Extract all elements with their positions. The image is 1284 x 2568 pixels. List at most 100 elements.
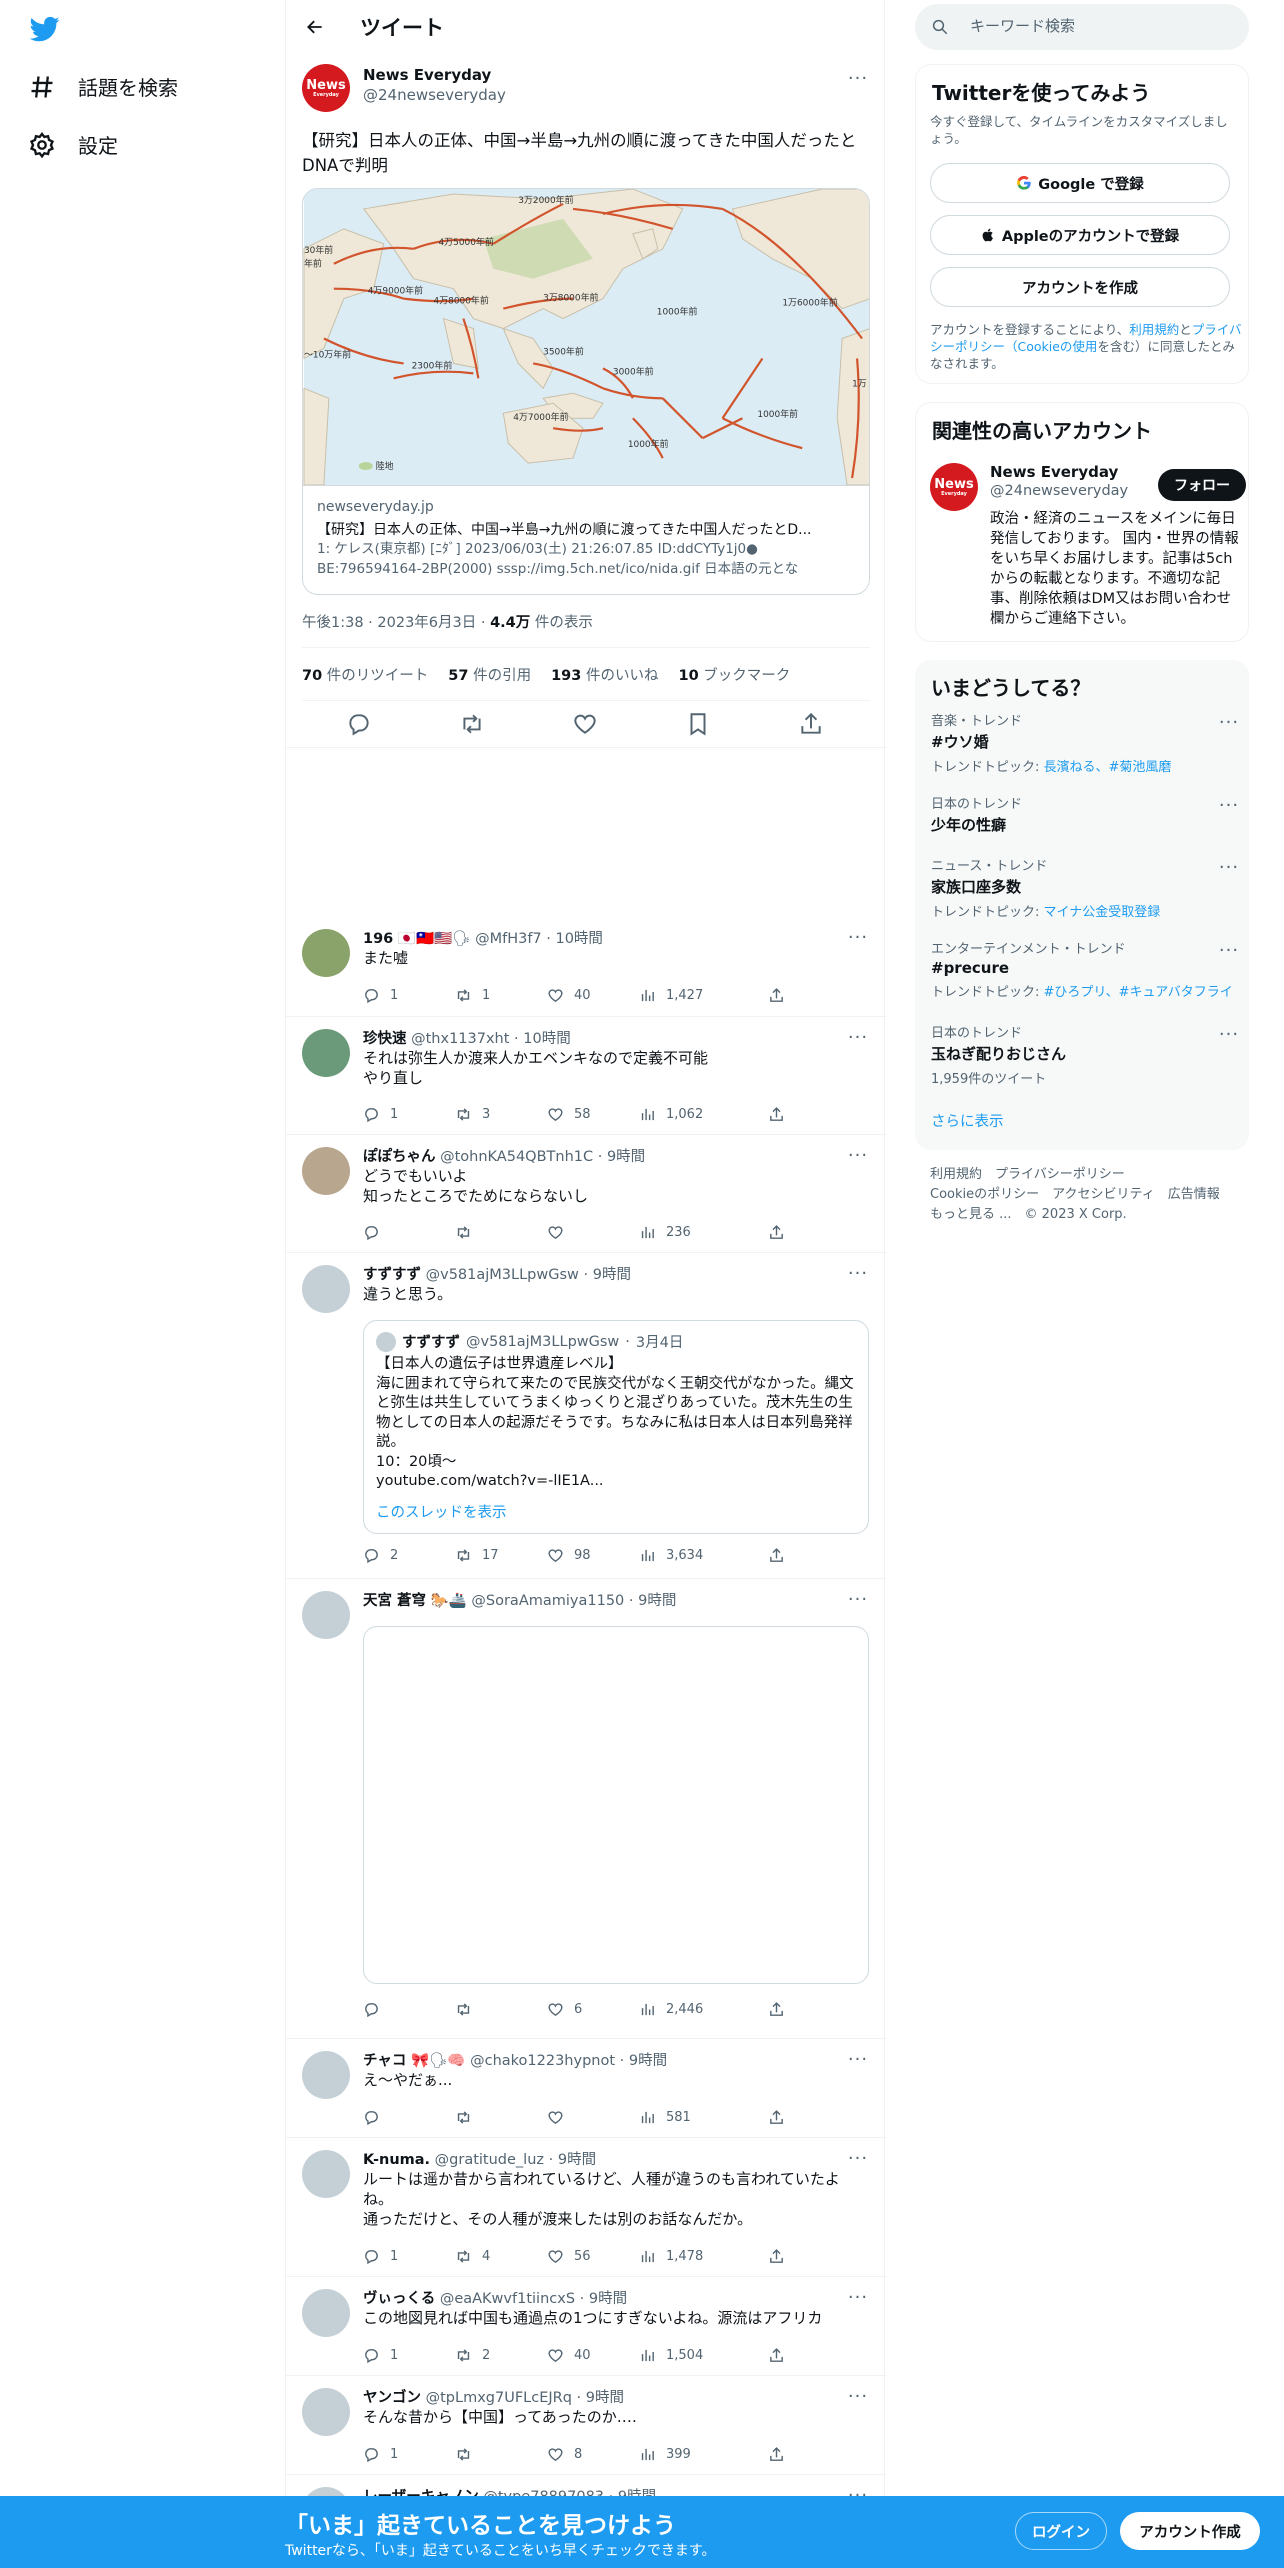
reply-icon[interactable] [346,711,372,737]
reply-time[interactable]: 9時間 [593,1267,631,1283]
reply-action[interactable] [363,2001,390,2018]
nav-settings[interactable]: 設定 [28,130,118,159]
more-icon[interactable]: ··· [846,1261,870,1285]
views-action[interactable]: 2,446 [639,2001,703,2018]
heart-action[interactable]: 58 [547,1106,591,1123]
views-action[interactable]: 1,504 [639,2347,703,2364]
reply-tweet[interactable]: K-numa. @gratitude_luz · 9時間 ··· ルートは遥か昔から… [286,2138,886,2277]
reply-handle[interactable]: @eaAKwvf1tiincxS [440,2291,575,2307]
views-action[interactable]: 3,634 [639,1547,703,1564]
related-handle[interactable]: @24newseveryday [990,483,1128,499]
retweet-action[interactable]: 17 [455,1547,499,1564]
views-action[interactable]: 1,427 [639,987,703,1004]
trend-related-link[interactable]: マイナ公金受取登録 [1044,905,1161,920]
related-avatar[interactable]: News Everyday [930,463,978,511]
author-avatar[interactable]: News Everyday [302,64,350,112]
reply-author-name[interactable]: すずすず [363,1267,421,1283]
more-icon[interactable]: ··· [846,2384,870,2408]
reply-author-name[interactable]: チャコ [363,2053,406,2069]
back-button[interactable] [300,12,330,42]
reply-time[interactable]: 9時間 [607,1149,645,1165]
create-account-button[interactable]: アカウントを作成 [930,267,1230,307]
reply-handle[interactable]: @tpLmxg7UFLcEJRq [426,2390,572,2406]
signup-button[interactable]: アカウント作成 [1120,2512,1260,2550]
reply-action[interactable]: 1 [363,2248,398,2265]
terms-link[interactable]: 利用規約 [1129,322,1179,337]
more-icon[interactable]: ··· [846,1143,870,1167]
heart-action[interactable] [547,2109,574,2126]
retweet-action[interactable]: 3 [455,1106,490,1123]
quotes-stat[interactable]: 57 件の引用 [448,664,531,685]
show-more-link[interactable]: さらに表示 [931,1110,1004,1131]
twitter-logo-icon[interactable] [28,14,62,44]
share-action[interactable] [768,2347,785,2364]
retweet-action[interactable] [455,2446,482,2463]
reply-tweet[interactable]: ヤンゴン @tpLmxg7UFLcEJRq · 9時間 ··· そんな昔から【中国】… [286,2376,886,2475]
reply-author-name[interactable]: ヴぃっくる [363,2291,435,2307]
heart-action[interactable]: 6 [547,2001,582,2018]
reply-tweet[interactable]: 天宮 蒼穹 🐎🚢 @SoraAmamiya1150 · 9時間 ··· 6 2,446 [286,1579,886,2039]
views-action[interactable]: 236 [639,1224,691,1241]
reply-avatar[interactable] [302,929,350,977]
retweet-action[interactable] [455,1224,482,1241]
login-button[interactable]: ログイン [1015,2512,1107,2550]
likes-stat[interactable]: 193 件のいいね [551,664,658,685]
reply-avatar[interactable] [302,2289,350,2337]
reply-time[interactable]: 9時間 [558,2152,596,2168]
reply-action[interactable]: 2 [363,1547,398,1564]
trend-item[interactable]: 日本のトレンド 少年の性癖 ··· [931,793,1241,839]
show-thread-link[interactable]: このスレッドを表示 [376,1501,507,1522]
reply-time[interactable]: 9時間 [638,1593,676,1609]
bookmarks-stat[interactable]: 10 ブックマーク [678,664,790,685]
reply-action[interactable]: 1 [363,1106,398,1123]
reply-handle[interactable]: @v581ajM3LLpwGsw [426,1267,579,1283]
views-action[interactable]: 1,478 [639,2248,703,2265]
reply-handle[interactable]: @SoraAmamiya1150 [471,1593,624,1609]
link-card[interactable]: 3万2000年前 4万5000年前 4万8000年前 4万9000年前 3万80… [302,188,870,595]
trend-item[interactable]: 日本のトレンド 玉ねぎ配りおじさん 1,959件のツイート ··· [931,1022,1241,1088]
retweet-action[interactable]: 1 [455,987,490,1004]
reply-time[interactable]: 9時間 [629,2053,667,2069]
nav-explore[interactable]: 話題を検索 [28,72,178,101]
search-box[interactable] [915,4,1249,50]
reply-author-name[interactable]: 天宮 蒼穹 [363,1593,426,1609]
heart-action[interactable]: 8 [547,2446,582,2463]
reply-avatar[interactable] [302,1591,350,1639]
reply-handle[interactable]: @chako1223hypnot [470,2053,615,2069]
share-action[interactable] [768,2248,785,2265]
share-action[interactable] [768,2001,785,2018]
reply-tweet[interactable]: ぽぽちゃん @tohnKA54QBTnh1C · 9時間 ··· どうでもいいよ 知… [286,1135,886,1253]
trend-related-link[interactable]: 長濱ねる、#菊池風磨 [1044,760,1172,775]
heart-action[interactable]: 40 [547,987,591,1004]
footer-line[interactable]: 利用規約 プライバシーポリシー [930,1165,1240,1185]
share-action[interactable] [768,1106,785,1123]
views-action[interactable]: 581 [639,2109,691,2126]
more-icon[interactable]: ··· [846,1025,870,1049]
share-action[interactable] [768,1224,785,1241]
reply-author-name[interactable]: K-numa. [363,2152,430,2168]
apple-signup-button[interactable]: Appleのアカウントで登録 [930,215,1230,255]
author-handle[interactable]: @24newseveryday [363,86,506,104]
more-icon[interactable]: ··· [846,66,870,90]
tweet-time[interactable]: 午後1:38 [302,615,364,631]
reply-tweet[interactable]: 196 🇯🇵🇹🇼🇺🇸🗣 @MfH3f7 · 10時間 ··· また嘘 1 1 40 1,42… [286,917,886,1017]
more-icon[interactable]: ··· [846,1587,870,1611]
trend-item[interactable]: エンターテインメント・トレンド #precure トレンドトピック: #ひろプリ、#… [931,938,1241,1001]
retweet-action[interactable]: 2 [455,2347,490,2364]
more-icon[interactable]: ··· [846,2047,870,2071]
more-icon[interactable]: ··· [1217,1022,1241,1046]
more-icon[interactable]: ··· [846,925,870,949]
reply-tweet[interactable]: ヴぃっくる @eaAKwvf1tiincxS · 9時間 ··· この地図見れば中国… [286,2277,886,2376]
google-signup-button[interactable]: Google で登録 [930,163,1230,203]
views-action[interactable]: 1,062 [639,1106,703,1123]
search-input[interactable] [970,17,1230,35]
more-icon[interactable]: ··· [1217,855,1241,879]
heart-action[interactable] [547,1224,574,1241]
reply-time[interactable]: 10時間 [555,931,602,947]
reply-author-name[interactable]: 珍快速 [363,1031,407,1047]
retweets-stat[interactable]: 70 件のリツイート [302,664,428,685]
heart-action[interactable]: 56 [547,2248,591,2265]
heart-icon[interactable] [572,711,598,737]
trend-item[interactable]: ニュース・トレンド 家族口座多数 トレンドトピック: マイナ公金受取登録 ··· [931,855,1241,921]
reply-action[interactable]: 1 [363,2347,398,2364]
